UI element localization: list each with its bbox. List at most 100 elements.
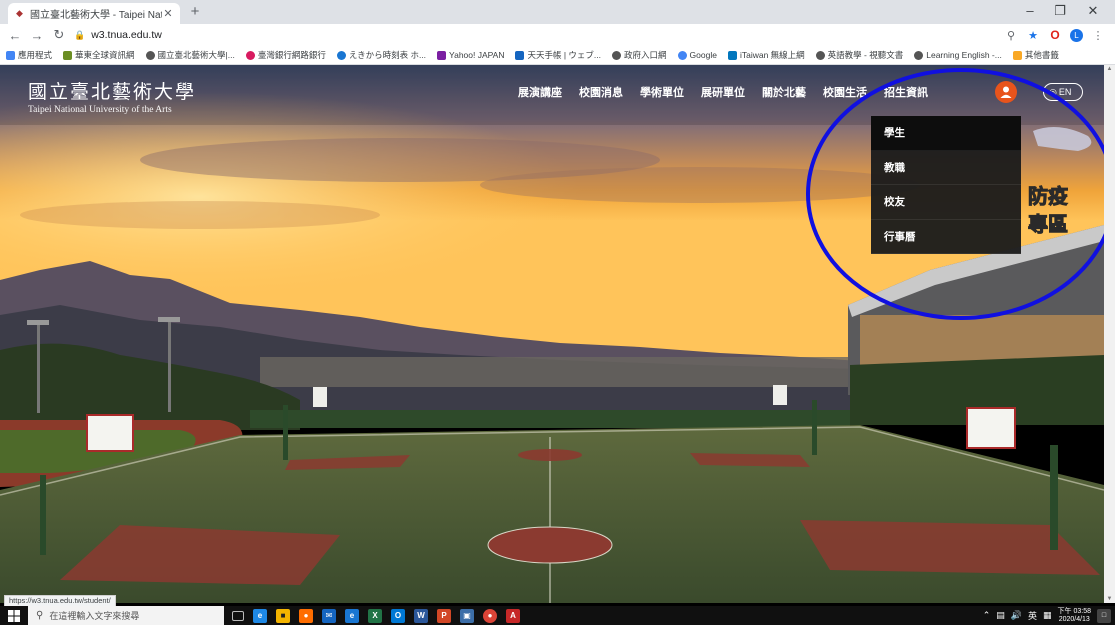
nav-campus-news[interactable]: 校園消息 — [579, 84, 623, 100]
bookmark-item[interactable]: 天天手帳 | ウェブ... — [515, 49, 601, 61]
user-icon — [1000, 86, 1012, 98]
minimize-icon[interactable]: – — [1015, 3, 1045, 18]
address-bar[interactable]: 🔒 w3.tnua.edu.tw — [74, 26, 1004, 44]
nav-research-units[interactable]: 展研單位 — [701, 84, 745, 100]
apps-grid-icon — [6, 50, 15, 60]
bookmark-favicon-icon — [63, 50, 73, 60]
bookmark-item[interactable]: 華東全球資訊網 — [63, 49, 135, 61]
close-window-icon[interactable]: ✕ — [1078, 3, 1108, 19]
globe-icon: ◎ — [1049, 86, 1057, 97]
windows-taskbar: ⚲ 在這裡輸入文字來搜尋 e ■ ● ✉ e X O W P ▣ ● A ⌃ ▤… — [0, 606, 1115, 625]
internet-explorer-icon[interactable]: e — [345, 608, 359, 623]
globe-icon — [612, 50, 622, 60]
task-view-icon[interactable] — [232, 610, 244, 621]
ime-language-indicator[interactable]: 英 — [1028, 609, 1037, 622]
photos-icon[interactable]: ▣ — [460, 608, 474, 623]
back-arrow-icon[interactable]: ← — [4, 28, 26, 43]
banner-line-1: 防疫 — [1028, 184, 1068, 208]
menu-kebab-icon[interactable]: ⋮ — [1091, 29, 1105, 42]
search-icon: ⚲ — [36, 610, 44, 621]
dropdown-item-faculty[interactable]: 教職 — [871, 151, 1021, 185]
nav-performances[interactable]: 展演講座 — [518, 84, 562, 100]
reload-icon[interactable]: ↻ — [48, 27, 70, 43]
windows-start-button[interactable] — [0, 606, 28, 625]
search-placeholder: 在這裡輸入文字來搜尋 — [49, 611, 140, 621]
yahoo-favicon-icon — [437, 50, 447, 60]
lock-icon: 🔒 — [74, 29, 86, 40]
bookmark-apps[interactable]: 應用程式 — [6, 49, 52, 61]
nav-admissions[interactable]: 招生資訊 — [884, 84, 928, 100]
address-url: w3.tnua.edu.tw — [91, 29, 162, 41]
outlook-icon[interactable]: O — [391, 608, 405, 623]
nav-campus-life[interactable]: 校園生活 — [823, 84, 867, 100]
bookmark-item[interactable]: 國立臺北藝術大學|... — [145, 49, 235, 61]
nav-about[interactable]: 關於北藝 — [762, 84, 806, 100]
windows-logo-icon — [8, 609, 20, 622]
logo-chinese-name: 國立臺北藝術大學 — [28, 81, 197, 103]
page-viewport: 國立臺北藝術大學 Taipei National University of t… — [0, 65, 1104, 603]
wifi-favicon-icon — [727, 50, 737, 60]
bookmark-item[interactable]: 臺灣銀行網路銀行 — [245, 49, 326, 61]
browser-tab-strip: ◆ 國立臺北藝術大學 - Taipei Natio ✕ + – ❐ ✕ — [0, 0, 1115, 24]
volume-icon[interactable]: 🔊 — [1011, 610, 1022, 621]
system-tray: ⌃ ▤ 🔊 英 ▦ 下午 03:58 2020/4/13 □ — [983, 606, 1111, 625]
powerpoint-icon[interactable]: P — [437, 608, 451, 623]
main-navigation: 展演講座 校園消息 學術單位 展研單位 關於北藝 校園生活 招生資訊 — [518, 84, 928, 100]
bookmark-item[interactable]: 英語教學 - 視聽文書 — [815, 49, 903, 61]
banner-line-2: 專區 — [1028, 212, 1068, 236]
maximize-icon[interactable]: ❐ — [1045, 3, 1075, 19]
bookmark-item[interactable]: iTaiwan 無線上網 — [727, 49, 805, 61]
notification-center-icon[interactable]: □ — [1097, 608, 1111, 623]
forward-arrow-icon[interactable]: → — [26, 28, 48, 43]
taskbar-search-box[interactable]: ⚲ 在這裡輸入文字來搜尋 — [28, 606, 224, 625]
nav-academics[interactable]: 學術單位 — [640, 84, 684, 100]
user-account-button[interactable] — [995, 81, 1017, 103]
language-switch-button[interactable]: ◎ EN — [1043, 83, 1083, 101]
system-clock[interactable]: 下午 03:58 2020/4/13 — [1058, 608, 1091, 624]
bookmark-item[interactable]: 政府入口網 — [612, 49, 667, 61]
globe-icon — [914, 50, 924, 60]
opera-extension-icon[interactable]: O — [1048, 28, 1062, 42]
folder-icon — [1012, 50, 1022, 60]
word-icon[interactable]: W — [414, 608, 428, 623]
chrome-icon[interactable]: ● — [483, 608, 497, 623]
bookmark-item[interactable]: Yahoo! JAPAN — [437, 50, 504, 60]
firefox-icon[interactable]: ● — [299, 608, 313, 623]
store-icon[interactable]: ■ — [276, 608, 290, 623]
bookmark-star-icon[interactable]: ★ — [1026, 29, 1040, 42]
epidemic-prevention-banner[interactable]: 防疫 專區 — [1018, 121, 1104, 241]
dropdown-item-alumni[interactable]: 校友 — [871, 185, 1021, 220]
ime-mode-icon[interactable]: ▦ — [1043, 610, 1052, 621]
dropdown-item-students[interactable]: 學生 — [871, 116, 1021, 151]
scroll-down-icon[interactable]: ▼ — [1104, 596, 1115, 602]
bookmark-item[interactable]: Learning English -... — [914, 50, 1002, 60]
tab-title: 國立臺北藝術大學 - Taipei Natio — [30, 10, 162, 21]
mail-icon[interactable]: ✉ — [322, 608, 336, 623]
tray-chevron-icon[interactable]: ⌃ — [983, 610, 991, 621]
bookmark-item[interactable]: Google — [677, 50, 717, 60]
browser-tab[interactable]: ◆ 國立臺北藝術大學 - Taipei Natio ✕ — [8, 3, 180, 24]
bookmark-favicon-icon — [515, 50, 525, 60]
new-tab-button[interactable]: + — [186, 4, 204, 22]
edge-browser-icon[interactable]: e — [253, 608, 267, 623]
zoom-icon[interactable]: ⚲ — [1004, 29, 1018, 42]
globe-icon — [815, 50, 825, 60]
logo-english-name: Taipei National University of the Arts — [28, 105, 172, 115]
site-favicon-icon: ◆ — [16, 8, 23, 18]
scroll-up-icon[interactable]: ▲ — [1104, 66, 1115, 72]
dropdown-item-calendar[interactable]: 行事曆 — [871, 220, 1021, 254]
bookmark-item[interactable]: えきから時刻表 ホ... — [336, 49, 426, 61]
bookmarks-bar: 應用程式 華東全球資訊網 國立臺北藝術大學|... 臺灣銀行網路銀行 えきから時… — [0, 46, 1115, 65]
google-favicon-icon — [677, 50, 687, 60]
browser-toolbar: ← → ↻ 🔒 w3.tnua.edu.tw ⚲ ★ O L ⋮ — [0, 24, 1115, 46]
university-logo[interactable]: 國立臺北藝術大學 Taipei National University of t… — [28, 77, 196, 115]
page-scrollbar[interactable]: ▲ ▼ — [1104, 65, 1115, 603]
network-icon[interactable]: ▤ — [996, 610, 1005, 621]
bookmark-item[interactable]: 其他書籤 — [1012, 49, 1059, 61]
profile-avatar-icon[interactable]: L — [1070, 28, 1083, 42]
tab-close-icon[interactable]: ✕ — [162, 7, 174, 20]
campus-life-dropdown: 學生 教職 校友 行事曆 — [871, 116, 1021, 254]
excel-icon[interactable]: X — [368, 608, 382, 623]
acrobat-icon[interactable]: A — [506, 608, 520, 623]
bank-favicon-icon — [245, 50, 255, 60]
